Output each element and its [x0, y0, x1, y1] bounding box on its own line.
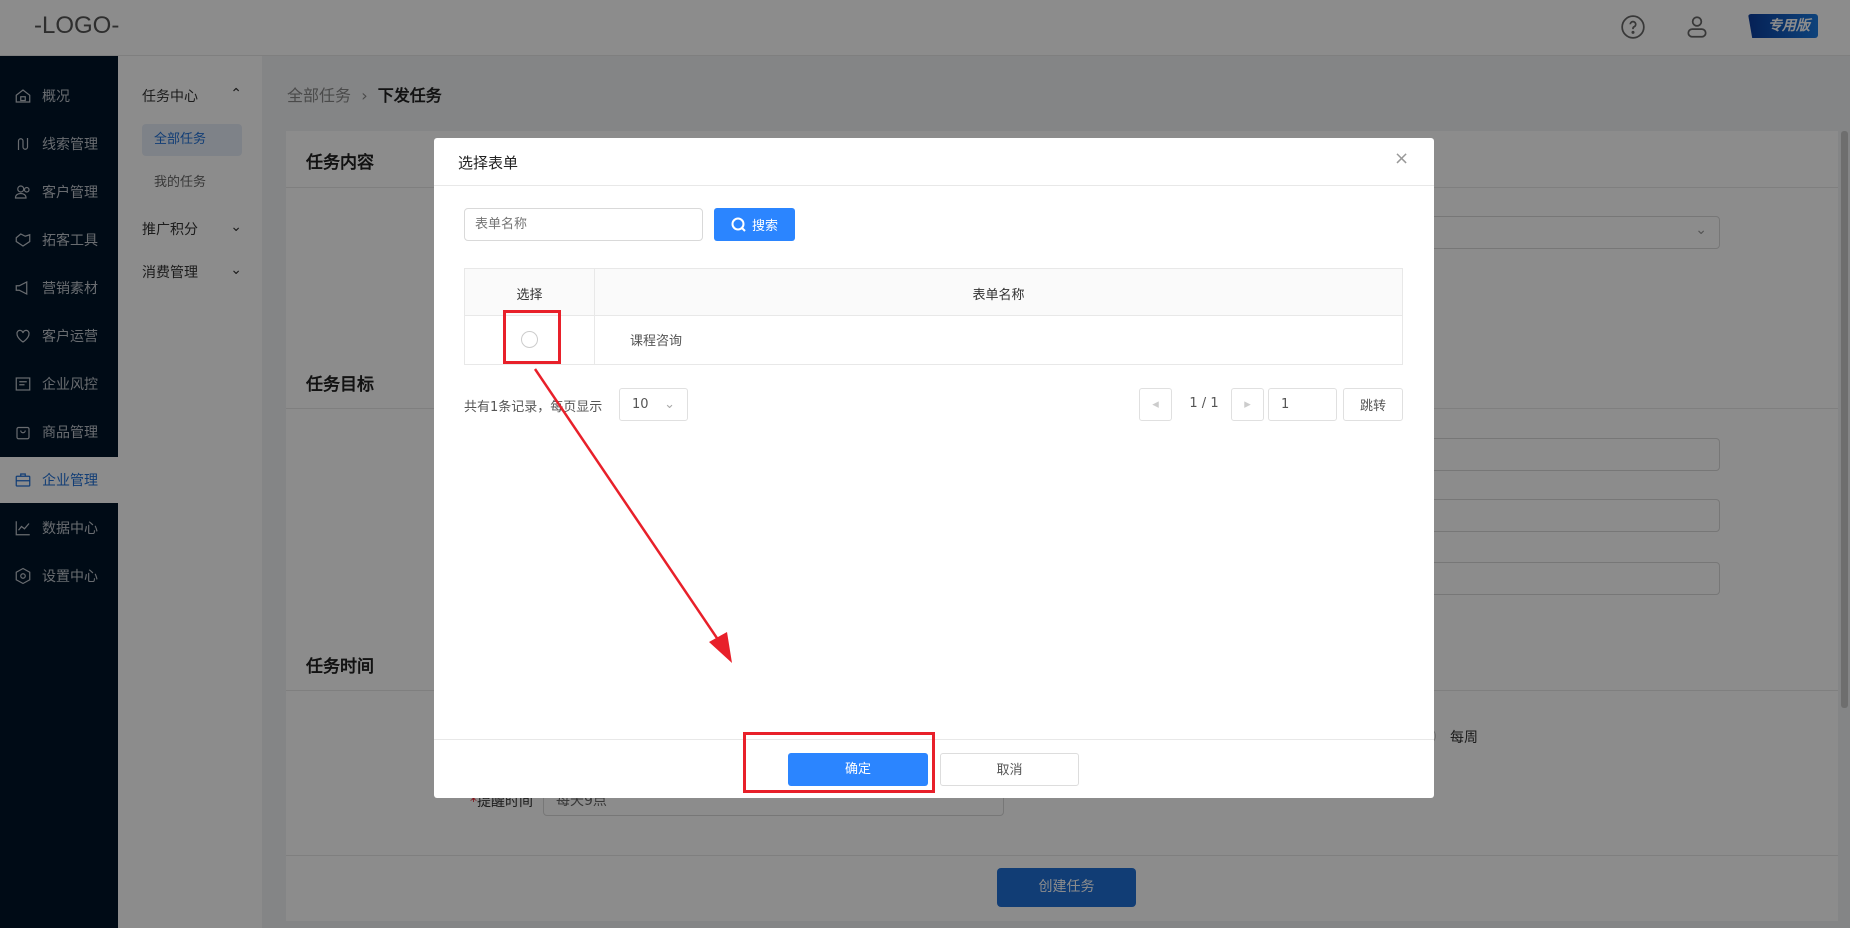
- total-records-text: 共有1条记录，每页显示: [464, 400, 603, 415]
- column-header-form-name: 表单名称: [972, 288, 1025, 303]
- caret-right-icon: ▸: [1244, 397, 1251, 412]
- form-name-cell: 课程咨询: [630, 334, 683, 349]
- form-name-search-input[interactable]: [464, 208, 703, 241]
- chevron-down-icon: ⌄: [664, 397, 675, 412]
- search-icon: [731, 217, 746, 232]
- page-size-value: 10: [632, 397, 649, 412]
- caret-left-icon: ◂: [1152, 397, 1159, 412]
- page-size-select[interactable]: 10 ⌄: [619, 388, 688, 421]
- modal-title: 选择表单: [458, 154, 519, 172]
- highlight-box-confirm: [743, 732, 935, 793]
- jump-page-input[interactable]: 1: [1268, 388, 1337, 421]
- jump-button[interactable]: 跳转: [1343, 388, 1403, 421]
- search-button-label: 搜索: [751, 219, 778, 234]
- close-icon[interactable]: ×: [1394, 148, 1409, 169]
- cancel-button[interactable]: 取消: [940, 753, 1079, 786]
- select-form-modal: 选择表单 × 搜索 选择 表单名称 课程咨询 共有1条记录，每页显示 10 ⌄ ◂…: [434, 138, 1434, 798]
- page-info: 1 / 1: [1189, 396, 1219, 411]
- search-button[interactable]: 搜索: [714, 208, 795, 241]
- column-header-select: 选择: [516, 288, 543, 303]
- next-page-button[interactable]: ▸: [1231, 388, 1264, 421]
- highlight-box-radio: [503, 310, 561, 364]
- divider: [434, 185, 1434, 186]
- prev-page-button[interactable]: ◂: [1139, 388, 1172, 421]
- form-table: 选择 表单名称 课程咨询: [464, 268, 1403, 365]
